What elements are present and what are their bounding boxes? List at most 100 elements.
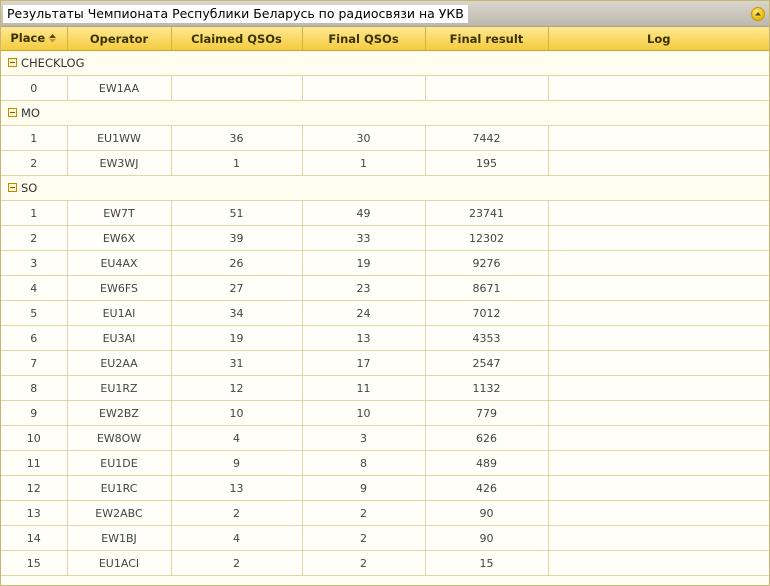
cell-result: 90 [425, 500, 549, 526]
cell-final: 33 [302, 225, 426, 251]
group-header-cell[interactable]: MO [1, 100, 769, 126]
cell-result: 2547 [425, 350, 549, 376]
cell-log[interactable] [548, 375, 769, 401]
cell-log[interactable] [548, 550, 769, 576]
column-header-final[interactable]: Final QSOs [302, 27, 426, 51]
cell-log[interactable] [548, 450, 769, 476]
table-row[interactable]: 4 EW6FS 27 23 8671 [1, 275, 769, 301]
cell-place: 3 [1, 250, 68, 276]
cell-place: 14 [1, 525, 68, 551]
cell-place: 13 [1, 500, 68, 526]
table-row[interactable]: 6 EU3AI 19 13 4353 [1, 325, 769, 351]
cell-operator: EU1RC [67, 475, 172, 501]
column-header-result[interactable]: Final result [425, 27, 549, 51]
cell-final: 17 [302, 350, 426, 376]
cell-log[interactable] [548, 250, 769, 276]
cell-log[interactable] [548, 150, 769, 176]
table-row[interactable]: 0 EW1AA [1, 75, 769, 101]
cell-claimed: 31 [171, 350, 303, 376]
cell-result: 779 [425, 400, 549, 426]
group-row[interactable]: SO [1, 175, 769, 201]
cell-result: 12302 [425, 225, 549, 251]
cell-operator: EW8OW [67, 425, 172, 451]
table-row[interactable]: 12 EU1RC 13 9 426 [1, 475, 769, 501]
cell-operator: EU1AI [67, 300, 172, 326]
group-collapse-icon[interactable] [8, 183, 17, 192]
cell-log[interactable] [548, 475, 769, 501]
cell-log[interactable] [548, 400, 769, 426]
group-row[interactable]: MO [1, 100, 769, 126]
cell-result [425, 75, 549, 101]
table-row[interactable]: 2 EW6X 39 33 12302 [1, 225, 769, 251]
group-header-cell[interactable]: CHECKLOG [1, 50, 769, 76]
cell-log[interactable] [548, 325, 769, 351]
group-collapse-icon[interactable] [8, 58, 17, 67]
cell-claimed: 13 [171, 475, 303, 501]
group-label: SO [21, 181, 38, 195]
cell-log[interactable] [548, 275, 769, 301]
cell-operator: EU1RZ [67, 375, 172, 401]
cell-final: 2 [302, 525, 426, 551]
cell-log[interactable] [548, 525, 769, 551]
table-row[interactable]: 5 EU1AI 34 24 7012 [1, 300, 769, 326]
table-row[interactable]: 10 EW8OW 4 3 626 [1, 425, 769, 451]
table-row[interactable]: 14 EW1BJ 4 2 90 [1, 525, 769, 551]
cell-log[interactable] [548, 125, 769, 151]
cell-claimed [171, 75, 303, 101]
table-row[interactable]: 7 EU2AA 31 17 2547 [1, 350, 769, 376]
cell-claimed: 19 [171, 325, 303, 351]
cell-log[interactable] [548, 225, 769, 251]
cell-place: 2 [1, 150, 68, 176]
column-header-log[interactable]: Log [548, 27, 769, 51]
cell-operator: EW2ABC [67, 500, 172, 526]
cell-final: 1 [302, 150, 426, 176]
group-collapse-icon[interactable] [8, 108, 17, 117]
cell-final: 10 [302, 400, 426, 426]
cell-final: 49 [302, 200, 426, 226]
table-row[interactable]: 15 EU1ACI 2 2 15 [1, 550, 769, 576]
column-header-label: Place [10, 31, 46, 46]
collapse-up-icon[interactable] [751, 7, 765, 21]
cell-claimed: 4 [171, 425, 303, 451]
cell-log[interactable] [548, 75, 769, 101]
title-bar: Результаты Чемпионата Республики Беларус… [1, 1, 769, 27]
group-header-cell[interactable]: SO [1, 175, 769, 201]
cell-result: 489 [425, 450, 549, 476]
cell-log[interactable] [548, 425, 769, 451]
table-row[interactable]: 13 EW2ABC 2 2 90 [1, 500, 769, 526]
group-label: CHECKLOG [21, 56, 85, 70]
cell-log[interactable] [548, 300, 769, 326]
cell-operator: EU1WW [67, 125, 172, 151]
cell-place: 1 [1, 200, 68, 226]
table-row[interactable]: 9 EW2BZ 10 10 779 [1, 400, 769, 426]
column-header-claimed[interactable]: Claimed QSOs [171, 27, 303, 51]
cell-operator: EW1BJ [67, 525, 172, 551]
cell-claimed: 10 [171, 400, 303, 426]
column-header-place[interactable]: Place [1, 27, 68, 51]
table-row[interactable]: 11 EU1DE 9 8 489 [1, 450, 769, 476]
cell-log[interactable] [548, 350, 769, 376]
cell-operator: EW6X [67, 225, 172, 251]
cell-final: 11 [302, 375, 426, 401]
cell-claimed: 26 [171, 250, 303, 276]
cell-place: 10 [1, 425, 68, 451]
cell-claimed: 39 [171, 225, 303, 251]
cell-result: 4353 [425, 325, 549, 351]
group-row[interactable]: CHECKLOG [1, 50, 769, 76]
group-label: MO [21, 106, 40, 120]
header-row: Place Operator Claimed QSOs Final QSOs F… [1, 27, 769, 51]
cell-result: 7012 [425, 300, 549, 326]
column-header-operator[interactable]: Operator [67, 27, 172, 51]
table-row[interactable]: 1 EW7T 51 49 23741 [1, 200, 769, 226]
cell-place: 11 [1, 450, 68, 476]
table-row[interactable]: 2 EW3WJ 1 1 195 [1, 150, 769, 176]
cell-log[interactable] [548, 200, 769, 226]
cell-place: 4 [1, 275, 68, 301]
table-row[interactable]: 1 EU1WW 36 30 7442 [1, 125, 769, 151]
table-row[interactable]: 3 EU4AX 26 19 9276 [1, 250, 769, 276]
cell-result: 7442 [425, 125, 549, 151]
table-row[interactable]: 8 EU1RZ 12 11 1132 [1, 375, 769, 401]
cell-result: 426 [425, 475, 549, 501]
cell-result: 8671 [425, 275, 549, 301]
cell-log[interactable] [548, 500, 769, 526]
